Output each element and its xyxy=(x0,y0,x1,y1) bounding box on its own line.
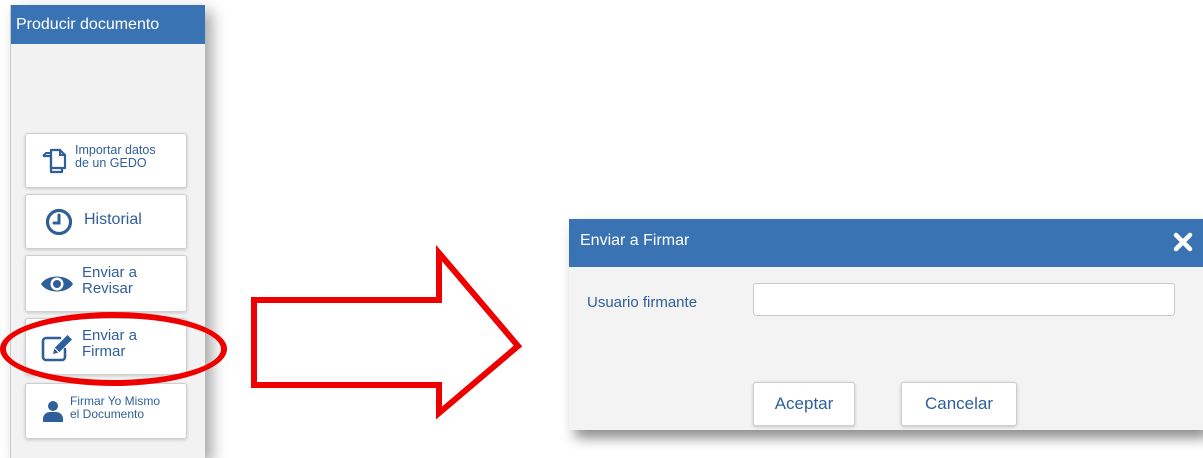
enviar-a-firmar-label: Enviar a Firmar xyxy=(82,327,138,360)
importar-gedo-label: Importar datos de un GEDO xyxy=(75,143,156,171)
historial-button[interactable]: Historial xyxy=(25,194,187,249)
producir-documento-panel: Producir documento Importar datos de un … xyxy=(10,5,205,458)
enviar-a-revisar-label: Enviar a Revisar xyxy=(82,264,138,297)
cancelar-button[interactable]: Cancelar xyxy=(901,382,1017,426)
enviar-a-revisar-button[interactable]: Enviar a Revisar xyxy=(25,255,187,312)
documents-icon xyxy=(42,148,67,174)
edit-icon xyxy=(41,335,72,362)
clock-icon xyxy=(45,208,73,236)
firmar-yo-mismo-button[interactable]: Firmar Yo Mismo el Documento xyxy=(25,383,187,439)
panel-title: Producir documento xyxy=(11,5,205,44)
firmar-yo-mismo-label: Firmar Yo Mismo el Documento xyxy=(70,394,161,421)
usuario-firmante-input[interactable] xyxy=(753,283,1175,316)
usuario-firmante-label: Usuario firmante xyxy=(587,294,698,311)
enviar-a-firmar-dialog: Enviar a Firmar Usuario firmante Aceptar… xyxy=(569,219,1203,430)
aceptar-button[interactable]: Aceptar xyxy=(753,382,855,426)
dialog-header: Enviar a Firmar xyxy=(569,219,1203,267)
close-icon[interactable] xyxy=(1171,230,1195,254)
historial-label: Historial xyxy=(84,211,142,228)
user-icon xyxy=(43,401,63,422)
dialog-title: Enviar a Firmar xyxy=(580,232,690,249)
enviar-a-firmar-button[interactable]: Enviar a Firmar xyxy=(25,318,187,375)
importar-gedo-button[interactable]: Importar datos de un GEDO xyxy=(25,133,187,188)
eye-icon xyxy=(41,276,73,292)
